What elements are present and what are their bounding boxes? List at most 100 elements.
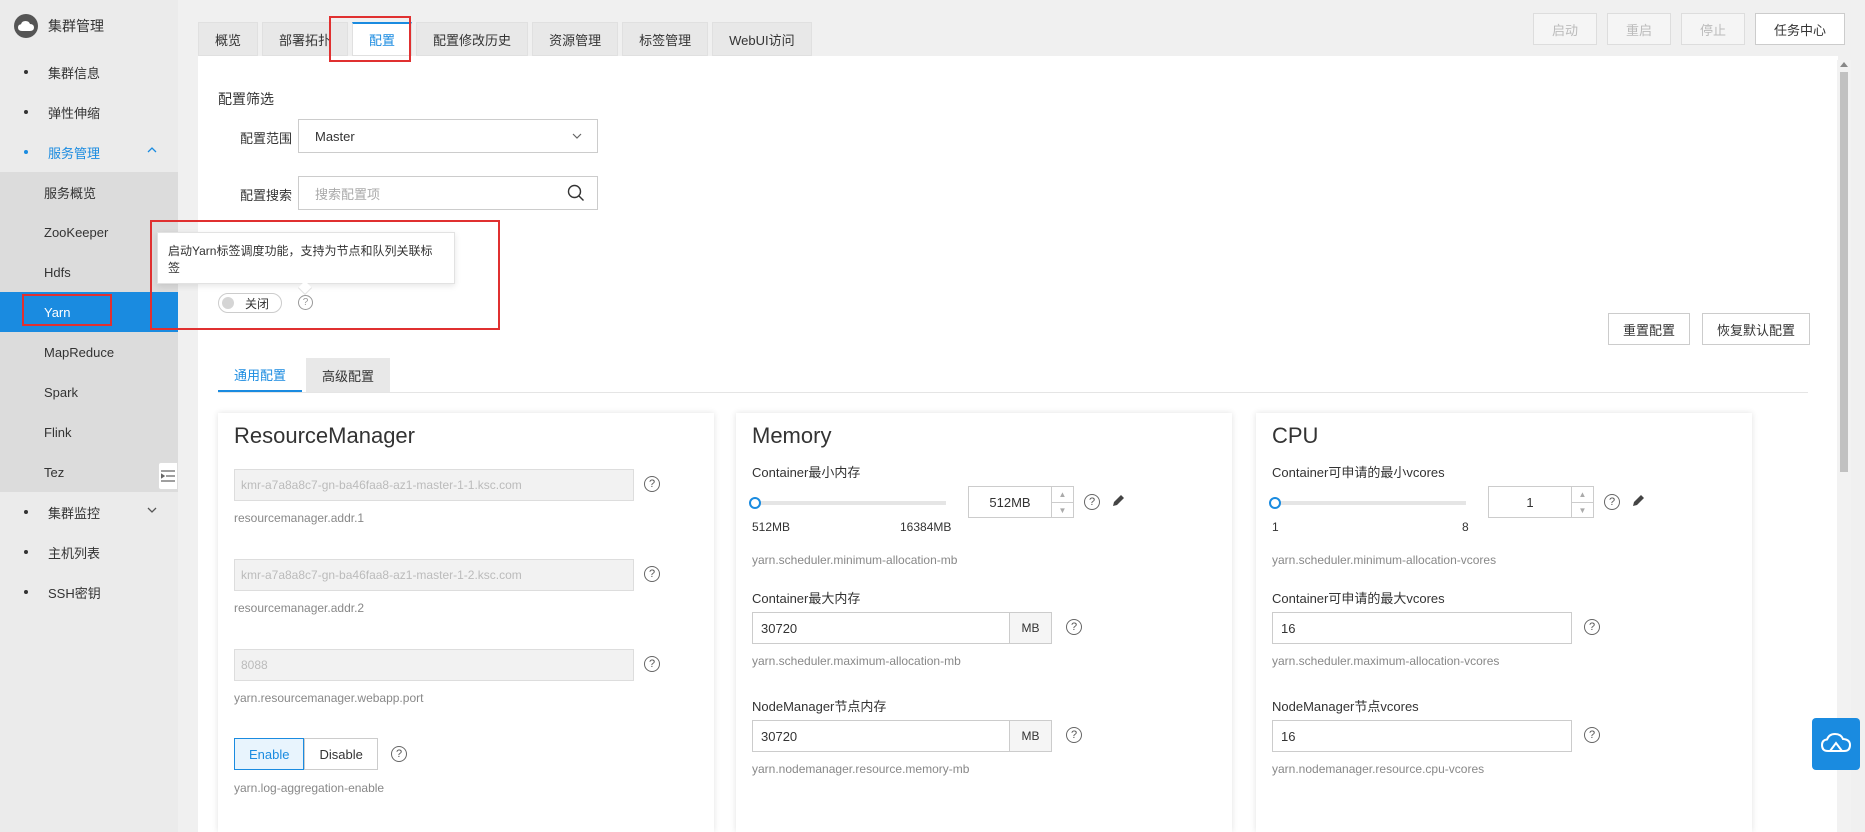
search-placeholder: 搜索配置项 bbox=[315, 186, 381, 202]
field-label: NodeManager节点内存 bbox=[752, 699, 887, 714]
sidebar-item-cluster-monitor[interactable]: 集群监控 bbox=[0, 492, 178, 532]
nodemanager-vcores-input[interactable]: 16 bbox=[1272, 720, 1572, 752]
help-icon[interactable]: ? bbox=[391, 746, 407, 762]
help-icon[interactable]: ? bbox=[1066, 727, 1082, 743]
sidebar-header[interactable]: 集群管理 bbox=[0, 0, 178, 52]
step-down-icon[interactable]: ▼ bbox=[1052, 502, 1073, 517]
pencil-icon[interactable] bbox=[1110, 493, 1126, 509]
sidebar-item-service-management[interactable]: 服务管理 bbox=[0, 132, 178, 172]
memory-max-input[interactable]: 30720 bbox=[752, 612, 1010, 644]
sidebar-item-host-list[interactable]: 主机列表 bbox=[0, 532, 178, 572]
sidebar-subitem-zookeeper[interactable]: ZooKeeper bbox=[0, 212, 178, 252]
sidebar-subitem-yarn[interactable]: Yarn bbox=[0, 292, 178, 332]
disable-option[interactable]: Disable bbox=[304, 738, 378, 770]
config-subtabs: 通用配置 高级配置 bbox=[218, 358, 391, 392]
config-key: resourcemanager.addr.2 bbox=[234, 601, 365, 615]
restore-default-button[interactable]: 恢复默认配置 bbox=[1702, 313, 1811, 345]
slider-max: 16384MB bbox=[900, 520, 952, 534]
floating-support-button[interactable] bbox=[1812, 718, 1860, 770]
yarn-label-toggle[interactable]: 关闭 bbox=[218, 293, 282, 313]
enable-option[interactable]: Enable bbox=[234, 738, 305, 770]
stop-button[interactable]: 停止 bbox=[1680, 13, 1745, 45]
reset-config-button[interactable]: 重置配置 bbox=[1608, 313, 1691, 345]
step-up-icon[interactable]: ▲ bbox=[1052, 487, 1073, 502]
bullet-icon bbox=[24, 510, 28, 514]
sidebar-collapse-toggle[interactable] bbox=[158, 462, 178, 490]
sidebar-subitem-service-overview[interactable]: 服务概览 bbox=[0, 172, 178, 212]
vertical-scrollbar[interactable] bbox=[1837, 60, 1851, 832]
memory-card: Memory Container最小内存 512MB 16384MB 512MB… bbox=[736, 413, 1232, 832]
task-center-button[interactable]: 任务中心 bbox=[1754, 13, 1845, 45]
pencil-icon[interactable] bbox=[1630, 493, 1646, 509]
search-icon[interactable] bbox=[567, 184, 585, 202]
tab-webui-access[interactable]: WebUI访问 bbox=[712, 22, 812, 56]
vcores-slider-track[interactable] bbox=[1272, 501, 1466, 505]
tooltip: 启动Yarn标签调度功能，支持为节点和队列关联标签 bbox=[157, 232, 455, 284]
sidebar-item-label: 集群监控 bbox=[48, 505, 101, 521]
config-key: yarn.scheduler.minimum-allocation-vcores bbox=[1272, 553, 1497, 567]
help-icon[interactable]: ? bbox=[1066, 619, 1082, 635]
service-actions: 启动 重启 停止 任务中心 bbox=[1532, 13, 1845, 45]
help-icon[interactable]: ? bbox=[298, 295, 313, 310]
tab-configuration[interactable]: 配置 bbox=[352, 22, 413, 56]
sidebar-subitem-tez[interactable]: Tez bbox=[0, 452, 178, 492]
tab-advanced-config[interactable]: 高级配置 bbox=[306, 358, 391, 392]
field-label: Container最小内存 bbox=[752, 465, 861, 480]
start-button[interactable]: 启动 bbox=[1532, 13, 1597, 45]
help-icon[interactable]: ? bbox=[644, 476, 660, 492]
memory-slider-track[interactable] bbox=[752, 501, 946, 505]
sidebar-item-label: 主机列表 bbox=[48, 545, 101, 561]
scrollbar-thumb[interactable] bbox=[1840, 72, 1848, 472]
vcores-min-stepper[interactable]: 1 ▲ ▼ bbox=[1488, 486, 1594, 518]
rm-addr2-input: kmr-a7a8a8c7-gn-ba46faa8-az1-master-1-2.… bbox=[234, 559, 634, 591]
config-key: yarn.resourcemanager.webapp.port bbox=[234, 691, 424, 705]
config-search-input[interactable]: 搜索配置项 bbox=[298, 176, 598, 210]
memory-min-stepper[interactable]: 512MB ▲ ▼ bbox=[968, 486, 1074, 518]
help-icon[interactable]: ? bbox=[644, 656, 660, 672]
bullet-icon bbox=[24, 150, 28, 154]
help-icon[interactable]: ? bbox=[1084, 494, 1100, 510]
tab-config-history[interactable]: 配置修改历史 bbox=[416, 22, 529, 56]
slider-max: 8 bbox=[1462, 520, 1469, 534]
sidebar-submenu: 服务概览 ZooKeeper Hdfs Yarn MapReduce Spark… bbox=[0, 172, 178, 492]
bullet-icon bbox=[24, 110, 28, 114]
help-icon[interactable]: ? bbox=[1584, 619, 1600, 635]
bullet-icon bbox=[24, 70, 28, 74]
sidebar-item-autoscaling[interactable]: 弹性伸缩 bbox=[0, 92, 178, 132]
vcores-slider-handle[interactable] bbox=[1269, 497, 1281, 509]
tab-overview[interactable]: 概览 bbox=[198, 22, 259, 56]
sidebar-subitem-flink[interactable]: Flink bbox=[0, 412, 178, 452]
scope-select[interactable]: Master bbox=[298, 119, 598, 153]
sidebar: 集群管理 集群信息 弹性伸缩 服务管理 服务概览 ZooKeeper Hdfs … bbox=[0, 0, 178, 832]
bullet-icon bbox=[24, 590, 28, 594]
sidebar-subitem-hdfs[interactable]: Hdfs bbox=[0, 252, 178, 292]
resourcemanager-card: ResourceManager kmr-a7a8a8c7-gn-ba46faa8… bbox=[218, 413, 714, 832]
slider-min: 1 bbox=[1272, 520, 1279, 534]
sidebar-item-label: 弹性伸缩 bbox=[48, 105, 101, 121]
sidebar-item-cluster-info[interactable]: 集群信息 bbox=[0, 52, 178, 92]
tab-deployment-topology[interactable]: 部署拓扑 bbox=[262, 22, 349, 56]
help-icon[interactable]: ? bbox=[1604, 494, 1620, 510]
nodemanager-memory-input[interactable]: 30720 bbox=[752, 720, 1010, 752]
step-down-icon[interactable]: ▼ bbox=[1572, 502, 1593, 517]
restart-button[interactable]: 重启 bbox=[1606, 13, 1671, 45]
rm-addr1-input: kmr-a7a8a8c7-gn-ba46faa8-az1-master-1-1.… bbox=[234, 469, 634, 501]
memory-slider-handle[interactable] bbox=[749, 497, 761, 509]
step-up-icon[interactable]: ▲ bbox=[1572, 487, 1593, 502]
list-collapse-icon bbox=[161, 470, 175, 482]
tab-general-config[interactable]: 通用配置 bbox=[218, 358, 303, 392]
help-icon[interactable]: ? bbox=[644, 566, 660, 582]
tab-resource-management[interactable]: 资源管理 bbox=[532, 22, 619, 56]
card-title: ResourceManager bbox=[234, 423, 415, 448]
field-label: Container最大内存 bbox=[752, 591, 861, 606]
config-key: yarn.nodemanager.resource.cpu-vcores bbox=[1272, 762, 1485, 776]
scroll-up-icon[interactable] bbox=[1840, 62, 1848, 67]
tab-label-management[interactable]: 标签管理 bbox=[622, 22, 709, 56]
bullet-icon bbox=[24, 550, 28, 554]
vcores-max-input[interactable]: 16 bbox=[1272, 612, 1572, 644]
sidebar-item-ssh-keys[interactable]: SSH密钥 bbox=[0, 572, 178, 612]
help-icon[interactable]: ? bbox=[1584, 727, 1600, 743]
sidebar-subitem-spark[interactable]: Spark bbox=[0, 372, 178, 412]
switch-knob bbox=[222, 297, 234, 309]
sidebar-subitem-mapreduce[interactable]: MapReduce bbox=[0, 332, 178, 372]
